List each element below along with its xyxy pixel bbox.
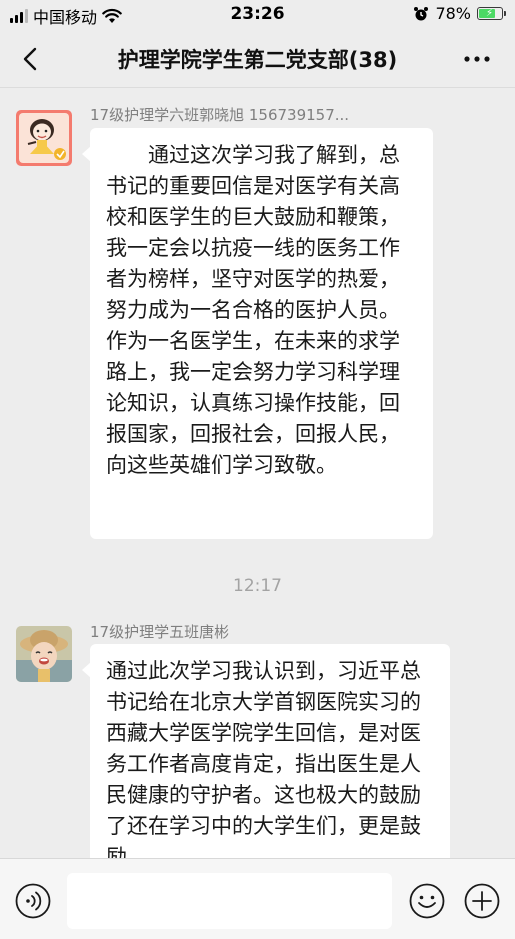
more-dots-icon[interactable] [459,42,495,76]
message-bubble[interactable]: 通过这次学习我了解到，总书记的重要回信是对医学有关高校和医学生的巨大鼓励和鞭策，… [82,128,433,539]
chat-screen: 中国移动 23:26 78% ⚡ 护理学院学生第二党支部(38) 17级护理学六… [0,0,515,939]
input-bar [0,858,515,939]
alarm-icon [414,6,429,20]
message-text: 通过这次学习我了解到，总书记的重要回信是对医学有关高校和医学生的巨大鼓励和鞭策，… [106,143,400,322]
nav-bar: 护理学院学生第二党支部(38) [0,30,515,88]
message-text: 作为一名医学生，在未来的求学路上，我一定会努力学习科学理论知识，认真练习操作技能… [106,329,400,477]
plus-icon[interactable] [463,882,501,920]
status-bar: 中国移动 23:26 78% ⚡ [0,0,515,30]
sender-name: 17级护理学六班郭晓旭 156739157... [90,106,350,124]
child-photo-avatar[interactable] [16,626,72,682]
battery-icon: ⚡ [477,7,506,20]
chat-title: 护理学院学生第二党支部(38) [117,48,398,72]
message-input[interactable] [67,873,392,929]
status-right: 78% ⚡ [413,4,506,23]
message-text: 通过此次学习我认识到，习近平总书记给在北京大学首钢医院实习的西藏大学医学院学生回… [106,659,421,869]
time-divider: 12:17 [233,576,282,596]
cartoon-girl-avatar[interactable] [16,110,72,166]
chevron-left-icon[interactable] [14,42,48,76]
battery-percent: 78% [435,4,471,23]
sender-name: 17级护理学五班唐彬 [90,623,230,641]
voice-icon[interactable] [14,882,52,920]
emoji-icon[interactable] [408,882,446,920]
